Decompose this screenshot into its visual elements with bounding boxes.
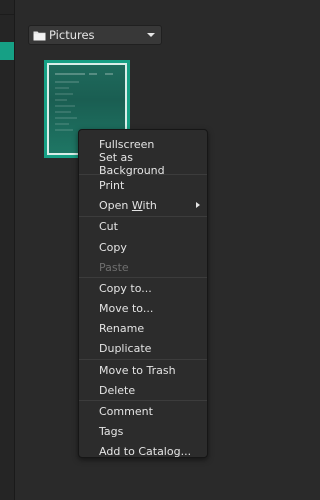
open-with-prefix: Open bbox=[99, 199, 132, 213]
menu-item-rename[interactable]: Rename bbox=[79, 319, 207, 339]
menu-item-label: Add to Catalog... bbox=[99, 445, 192, 459]
menu-item-copy-to[interactable]: Copy to... bbox=[79, 278, 207, 298]
menu-item-label: Fullscreen bbox=[99, 137, 155, 151]
folder-icon bbox=[33, 30, 46, 41]
menu-item-tags[interactable]: Tags bbox=[79, 422, 207, 442]
chevron-right-icon bbox=[196, 202, 200, 209]
menu-item-label: Print bbox=[99, 178, 125, 192]
menu-item-open-with[interactable]: Open With bbox=[79, 196, 207, 216]
sidebar-pane bbox=[0, 0, 15, 500]
menu-item-label: Copy bbox=[99, 240, 127, 254]
sidebar-selected-item[interactable] bbox=[0, 42, 14, 60]
menu-item-label: Paste bbox=[99, 260, 129, 274]
menu-item-label: Move to Trash bbox=[99, 363, 176, 377]
menu-item-cut[interactable]: Cut bbox=[79, 217, 207, 237]
menu-item-duplicate[interactable]: Duplicate bbox=[79, 339, 207, 359]
menu-item-label: Copy to... bbox=[99, 281, 152, 295]
menu-item-set-as-background[interactable]: Set as Background bbox=[79, 151, 207, 178]
menu-item-label: Tags bbox=[99, 425, 124, 439]
menu-item-delete[interactable]: Delete bbox=[79, 380, 207, 400]
menu-item-copy[interactable]: Copy bbox=[79, 237, 207, 257]
menu-item-label: Set as Background bbox=[99, 151, 165, 178]
menu-item-label: Move to... bbox=[99, 302, 154, 316]
menu-item-add-to-catalog[interactable]: Add to Catalog... bbox=[79, 442, 207, 462]
menu-item-label: Open With bbox=[99, 199, 157, 212]
sidebar-divider bbox=[0, 14, 14, 15]
menu-item-move-to-trash[interactable]: Move to Trash bbox=[79, 360, 207, 380]
menu-item-print[interactable]: Print bbox=[79, 175, 207, 195]
menu-item-label: Delete bbox=[99, 383, 136, 397]
menu-item-paste[interactable]: Paste bbox=[79, 257, 207, 277]
menu-item-label: Rename bbox=[99, 322, 145, 336]
open-with-suffix: ith bbox=[142, 199, 157, 213]
chevron-down-icon bbox=[147, 33, 155, 37]
folder-location-dropdown[interactable]: Pictures bbox=[28, 25, 162, 45]
folder-dropdown-label: Pictures bbox=[49, 28, 95, 42]
open-with-mnemonic: W bbox=[131, 199, 143, 213]
menu-item-label: Cut bbox=[99, 220, 118, 234]
menu-item-label: Duplicate bbox=[99, 342, 152, 356]
menu-item-label: Comment bbox=[99, 405, 153, 419]
context-menu: Fullscreen Set as Background Print Open … bbox=[78, 129, 208, 458]
menu-item-move-to[interactable]: Move to... bbox=[79, 299, 207, 319]
menu-item-comment[interactable]: Comment bbox=[79, 401, 207, 421]
